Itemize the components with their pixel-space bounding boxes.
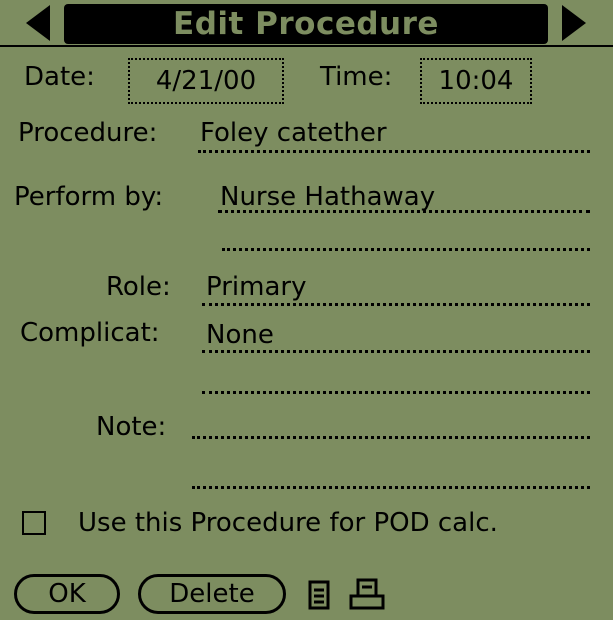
print-icon[interactable]: [348, 578, 386, 616]
pod-checkbox[interactable]: [22, 511, 46, 535]
performed-by-field-line: [218, 210, 590, 213]
performed-by-value[interactable]: Nurse Hathaway: [220, 182, 435, 212]
note-icon[interactable]: [308, 580, 330, 614]
complication-field-line-2[interactable]: [202, 391, 590, 394]
complication-value[interactable]: None: [206, 320, 274, 350]
note-field-line-1[interactable]: [192, 436, 590, 439]
procedure-value[interactable]: Foley catether: [200, 118, 387, 148]
arrow-left-icon[interactable]: [14, 0, 60, 46]
note-label: Note:: [96, 412, 167, 442]
complication-label: Complicat:: [20, 318, 160, 348]
page-title: Edit Procedure: [173, 6, 439, 42]
role-value[interactable]: Primary: [206, 272, 306, 302]
role-field-line: [202, 303, 590, 306]
pod-checkbox-label[interactable]: Use this Procedure for POD calc.: [78, 508, 498, 538]
device-screen: Edit Procedure Date: 4/21/00 Time: 10:04…: [0, 0, 613, 620]
title-bar: Edit Procedure: [0, 0, 613, 47]
title-divider: [0, 45, 613, 47]
role-label: Role:: [106, 272, 171, 302]
time-field[interactable]: 10:04: [420, 58, 532, 104]
time-label: Time:: [320, 62, 393, 92]
date-field[interactable]: 4/21/00: [128, 58, 284, 104]
complication-field-line: [202, 350, 590, 353]
performed-by-label: Perform by:: [14, 182, 164, 212]
ok-button[interactable]: OK: [14, 574, 120, 614]
note-field-line-2[interactable]: [192, 486, 590, 489]
date-label: Date:: [24, 62, 95, 92]
performed-by-field-line-2[interactable]: [222, 248, 590, 251]
delete-button[interactable]: Delete: [138, 574, 286, 614]
procedure-label: Procedure:: [18, 118, 158, 148]
arrow-right-icon[interactable]: [552, 0, 598, 46]
procedure-field-line: [198, 150, 590, 153]
